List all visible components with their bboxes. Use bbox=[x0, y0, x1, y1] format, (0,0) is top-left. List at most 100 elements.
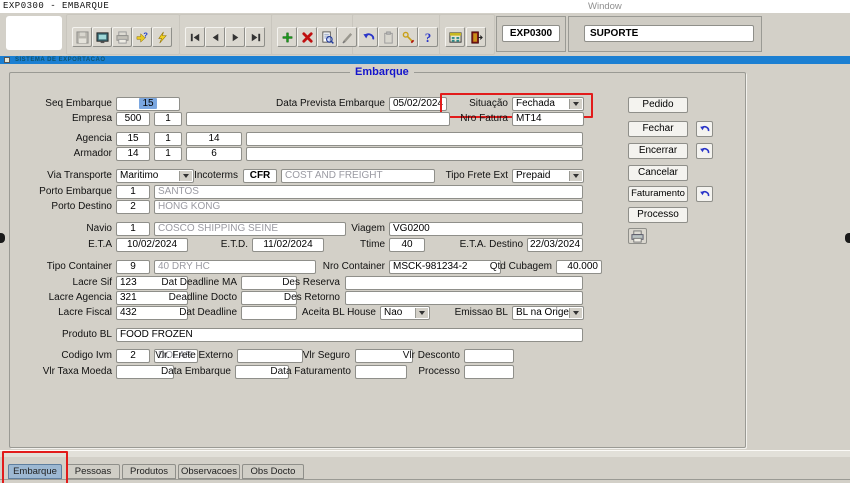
tipo-container-label: Tipo Container bbox=[8, 261, 112, 272]
armador-code2-input[interactable]: 1 bbox=[154, 147, 182, 161]
execute-help-button[interactable]: ? bbox=[132, 27, 152, 47]
dat-deadline-label: Dat Deadline bbox=[152, 307, 237, 318]
cancelar-button[interactable]: Cancelar bbox=[628, 165, 688, 181]
eta-destino-label: E.T.A. Destino bbox=[428, 239, 523, 250]
schedule-button[interactable] bbox=[445, 27, 465, 47]
tab-observacoes[interactable]: Observacoes bbox=[178, 464, 240, 479]
data-prevista-embarque-input[interactable]: 05/02/2024 bbox=[389, 97, 447, 111]
delete-record-button[interactable] bbox=[297, 27, 317, 47]
tipo-container-code-input[interactable]: 9 bbox=[116, 260, 150, 274]
emissao-bl-dropdown[interactable]: BL na Origem bbox=[512, 306, 584, 320]
print-report-button[interactable] bbox=[628, 228, 647, 244]
agencia-code3-input[interactable]: 14 bbox=[186, 132, 242, 146]
agencia-code1-input[interactable]: 15 bbox=[116, 132, 150, 146]
viagem-input[interactable]: VG0200 bbox=[389, 222, 583, 236]
program-code-field[interactable]: EXP0300 bbox=[502, 25, 560, 42]
print-button[interactable] bbox=[112, 27, 132, 47]
exit-icon bbox=[470, 31, 483, 44]
window-grip-right[interactable] bbox=[845, 233, 850, 243]
tab-obs-docto[interactable]: Obs Docto bbox=[242, 464, 304, 479]
des-retorno-input[interactable] bbox=[345, 291, 583, 305]
delete-record-icon bbox=[301, 31, 314, 44]
vlr-frete-externo-input[interactable] bbox=[237, 349, 303, 363]
menu-item-window[interactable]: Window bbox=[588, 1, 622, 12]
porto-destino-name-input[interactable]: HONG KONG bbox=[154, 200, 583, 214]
execute-button[interactable] bbox=[152, 27, 172, 47]
app-header: SISTEMA DE EXPORTACAO bbox=[0, 56, 850, 64]
situacao-dropdown[interactable]: Fechada bbox=[512, 97, 584, 111]
incoterms-code-input[interactable]: CFR bbox=[243, 169, 277, 183]
window-grip-left[interactable] bbox=[0, 233, 5, 243]
agencia-label: Agencia bbox=[8, 133, 112, 144]
tab-pessoas[interactable]: Pessoas bbox=[66, 464, 120, 479]
tipo-container-name-input[interactable]: 40 DRY HC bbox=[154, 260, 316, 274]
empresa-label: Empresa bbox=[8, 113, 112, 124]
chevron-down-icon[interactable] bbox=[415, 308, 428, 318]
tipo-frete-ext-dropdown[interactable]: Prepaid bbox=[512, 169, 584, 183]
deadline-docto-label: Deadline Docto bbox=[152, 292, 237, 303]
tab-embarque[interactable]: Embarque bbox=[8, 464, 62, 479]
chevron-down-icon[interactable] bbox=[569, 171, 582, 181]
pedido-button[interactable]: Pedido bbox=[628, 97, 688, 113]
exit-button[interactable] bbox=[466, 27, 486, 47]
query-button[interactable] bbox=[317, 27, 337, 47]
paste-button[interactable] bbox=[378, 27, 398, 47]
dat-deadline-input[interactable] bbox=[241, 306, 297, 320]
processo-field-input[interactable] bbox=[464, 365, 514, 379]
help-button[interactable]: ? bbox=[418, 27, 438, 47]
agencia-name-input[interactable] bbox=[246, 132, 583, 146]
empresa-code1-input[interactable]: 500 bbox=[116, 112, 150, 126]
porto-embarque-name-input[interactable]: SANTOS bbox=[154, 185, 583, 199]
aceita-bl-house-dropdown[interactable]: Nao bbox=[380, 306, 430, 320]
armador-code3-input[interactable]: 6 bbox=[186, 147, 242, 161]
empresa-name-input[interactable] bbox=[186, 112, 450, 126]
tab-produtos[interactable]: Produtos bbox=[122, 464, 176, 479]
save-button[interactable] bbox=[72, 27, 92, 47]
navio-name-input[interactable]: COSCO SHIPPING SEINE bbox=[154, 222, 346, 236]
des-reserva-input[interactable] bbox=[345, 276, 583, 290]
vlr-desconto-input[interactable] bbox=[464, 349, 514, 363]
eta-input[interactable]: 10/02/2024 bbox=[116, 238, 188, 252]
undo-faturamento-button[interactable] bbox=[696, 186, 713, 202]
undo-button[interactable] bbox=[358, 27, 378, 47]
previous-record-button[interactable] bbox=[205, 27, 225, 47]
etd-input[interactable]: 11/02/2024 bbox=[252, 238, 324, 252]
viagem-label: Viagem bbox=[325, 223, 385, 234]
agencia-code2-input[interactable]: 1 bbox=[154, 132, 182, 146]
next-record-button[interactable] bbox=[225, 27, 245, 47]
insert-record-button[interactable] bbox=[277, 27, 297, 47]
faturamento-button[interactable]: Faturamento bbox=[628, 186, 688, 202]
chevron-down-icon[interactable] bbox=[569, 308, 582, 318]
porto-destino-code-input[interactable]: 2 bbox=[116, 200, 150, 214]
undo-icon bbox=[699, 189, 710, 200]
fechar-button[interactable]: Fechar bbox=[628, 121, 688, 137]
screen-icon bbox=[96, 31, 109, 44]
ttime-input[interactable]: 40 bbox=[389, 238, 425, 252]
nro-fatura-input[interactable]: MT14 bbox=[512, 112, 584, 126]
first-record-button[interactable] bbox=[185, 27, 205, 47]
undo-encerrar-button[interactable] bbox=[696, 143, 713, 159]
clear-button[interactable] bbox=[337, 27, 357, 47]
qtd-cubagem-input[interactable]: 40.000 bbox=[556, 260, 602, 274]
seq-embarque-input[interactable]: 15 bbox=[116, 97, 180, 111]
data-faturamento-input[interactable] bbox=[355, 365, 407, 379]
produto-bl-input[interactable]: FOOD FROZEN bbox=[116, 328, 583, 342]
last-record-button[interactable] bbox=[245, 27, 265, 47]
armador-name-input[interactable] bbox=[246, 147, 583, 161]
chevron-down-icon[interactable] bbox=[569, 99, 582, 109]
armador-label: Armador bbox=[8, 148, 112, 159]
porto-embarque-code-input[interactable]: 1 bbox=[116, 185, 150, 199]
encerrar-button[interactable]: Encerrar bbox=[628, 143, 688, 159]
app-header-title: SISTEMA DE EXPORTACAO bbox=[15, 56, 106, 64]
undo-fechar-button[interactable] bbox=[696, 121, 713, 137]
aceita-bl-house-label: Aceita BL House bbox=[295, 307, 376, 318]
navio-code-input[interactable]: 1 bbox=[116, 222, 150, 236]
screen-button[interactable] bbox=[92, 27, 112, 47]
user-field[interactable]: SUPORTE bbox=[584, 25, 754, 42]
first-record-icon bbox=[189, 31, 202, 44]
keys-button[interactable] bbox=[398, 27, 418, 47]
eta-destino-input[interactable]: 22/03/2024 bbox=[527, 238, 583, 252]
processo-button[interactable]: Processo bbox=[628, 207, 688, 223]
armador-code1-input[interactable]: 14 bbox=[116, 147, 150, 161]
empresa-code2-input[interactable]: 1 bbox=[154, 112, 182, 126]
